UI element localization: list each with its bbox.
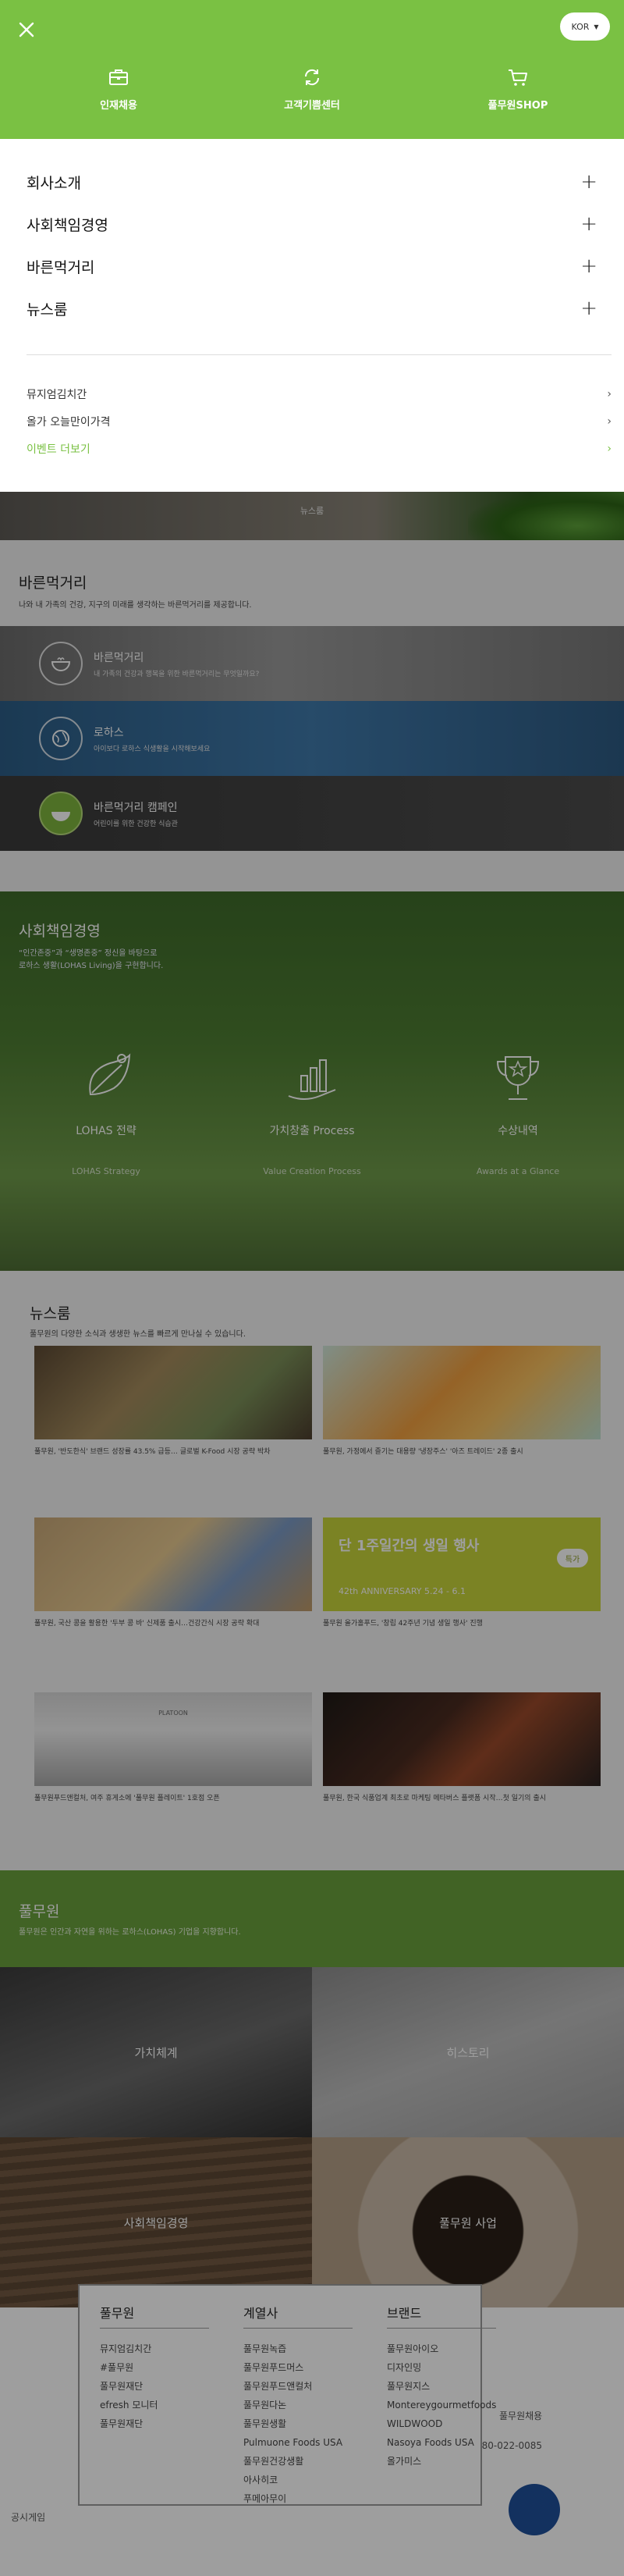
close-button[interactable] [16,19,37,41]
quick-link-shop[interactable]: 풀무원SHOP [448,66,588,112]
plus-icon: + [580,254,597,278]
quick-link-label: 고객기쁨센터 [284,100,340,112]
menu-item-label: 뉴스룸 [27,301,68,318]
quick-link-label: 풀무원SHOP [488,100,548,112]
chevron-right-icon: › [607,388,612,400]
menu-item-label: 바른먹거리 [27,258,95,276]
menu-body: 회사소개 + 사회책임경영 + 바른먹거리 + 뉴스룸 + 뮤지엄김치간 › 올… [0,139,624,492]
menu-header: KOR ▼ 인재채용 고객기쁨센터 풀무원SHOP [0,0,624,139]
sub-link-label: 올가 오늘만이가격 [27,416,111,429]
quick-link-recruit[interactable]: 인재채용 [48,66,189,112]
chevron-right-icon: › [607,443,612,455]
chevron-right-icon: › [607,415,612,428]
dim-overlay[interactable] [0,492,624,2576]
menu-item-newsroom[interactable]: 뉴스룸 + [27,297,597,320]
sub-link-label: 이벤트 더보기 [27,443,90,456]
language-select[interactable]: KOR ▼ [560,12,610,41]
close-icon [19,22,34,37]
briefcase-icon [109,69,128,85]
sub-link-events[interactable]: 이벤트 더보기 › [27,440,612,457]
menu-divider [27,354,612,355]
menu-item-label: 사회책임경영 [27,216,108,234]
plus-icon: + [580,297,597,320]
sub-link-label: 뮤지엄김치간 [27,389,87,401]
refresh-chat-icon [304,69,320,86]
menu-item-csr[interactable]: 사회책임경영 + [27,212,597,236]
cart-icon [509,69,527,86]
menu-item-label: 회사소개 [27,174,81,192]
caret-down-icon: ▼ [594,23,599,30]
quick-link-label: 인재채용 [100,100,137,112]
plus-icon: + [580,212,597,236]
menu-item-eating[interactable]: 바른먹거리 + [27,254,597,278]
menu-item-company[interactable]: 회사소개 + [27,170,597,194]
sub-link-museum[interactable]: 뮤지엄김치간 › [27,386,612,403]
plus-icon: + [580,170,597,194]
language-label: KOR [571,21,590,32]
sub-link-orga-price[interactable]: 올가 오늘만이가격 › [27,413,612,430]
quick-link-customer-center[interactable]: 고객기쁨센터 [242,66,382,112]
